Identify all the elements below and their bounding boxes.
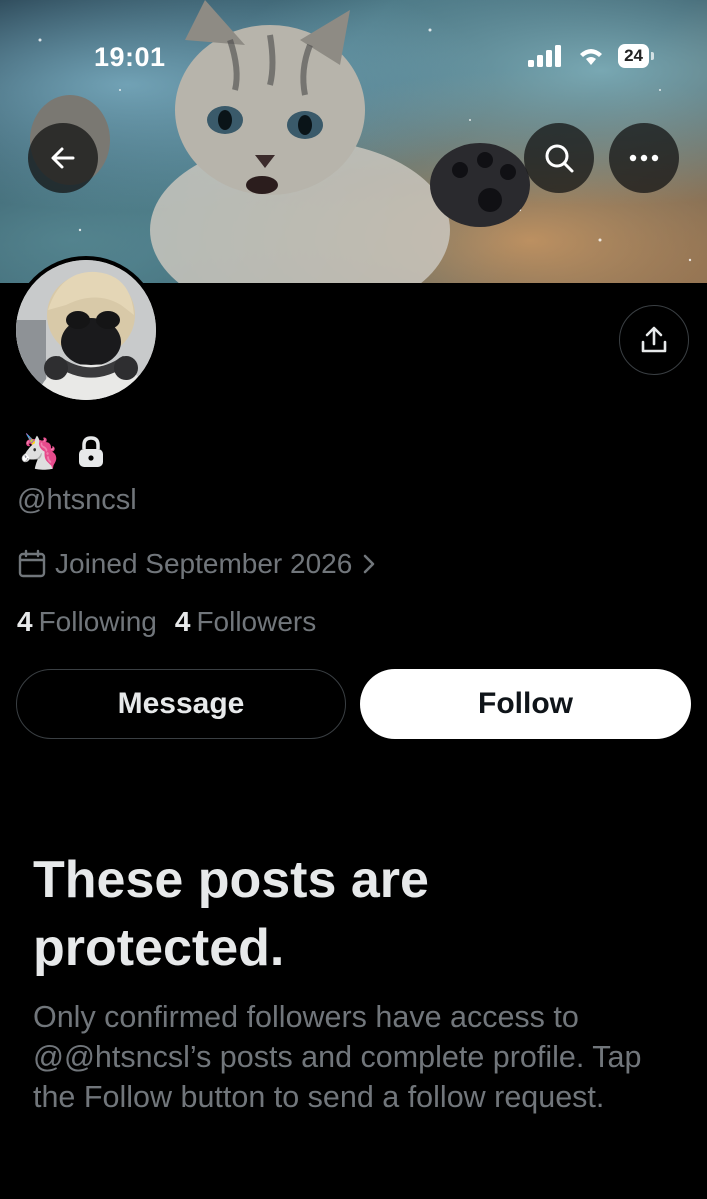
battery-icon: 24 — [618, 44, 654, 68]
followers-label: Followers — [196, 606, 317, 637]
share-icon — [641, 326, 667, 353]
following-count: 4 — [17, 606, 33, 637]
signal-icon — [528, 45, 562, 67]
wifi-icon — [580, 49, 603, 65]
protected-description: Only confirmed followers have access to … — [33, 1000, 642, 1114]
search-button[interactable] — [524, 123, 594, 193]
unicorn-emoji: 🦄 — [18, 432, 61, 472]
protected-title: These posts are protected. — [33, 851, 429, 977]
more-icon — [629, 154, 659, 162]
status-icons: 24 — [528, 44, 654, 68]
share-button[interactable] — [619, 305, 689, 375]
chevron-right-icon — [364, 554, 375, 574]
followers-link[interactable]: 4 Followers — [175, 606, 316, 638]
followers-count: 4 — [174, 606, 191, 637]
display-name: 🦄 — [18, 432, 106, 472]
search-icon — [545, 144, 574, 173]
follow-button[interactable]: Follow — [360, 669, 691, 739]
follow-stats: 4 Following 4 Followers — [17, 606, 316, 638]
joined-label: Joined September 2026 — [55, 548, 353, 579]
message-button[interactable]: Message — [16, 669, 346, 739]
avatar-image — [16, 260, 156, 400]
joined-date[interactable]: Joined September 2026 — [17, 548, 378, 580]
following-link[interactable]: 4 Following — [17, 606, 157, 638]
following-label: Following — [38, 606, 157, 637]
profile-handle: @htsncsl — [17, 484, 137, 516]
lock-icon — [79, 436, 104, 467]
calendar-icon — [18, 549, 46, 578]
back-arrow-icon — [51, 147, 75, 169]
status-time: 19:01 — [94, 42, 166, 72]
avatar[interactable] — [12, 256, 160, 404]
back-button[interactable] — [28, 123, 98, 193]
more-button[interactable] — [609, 123, 679, 193]
